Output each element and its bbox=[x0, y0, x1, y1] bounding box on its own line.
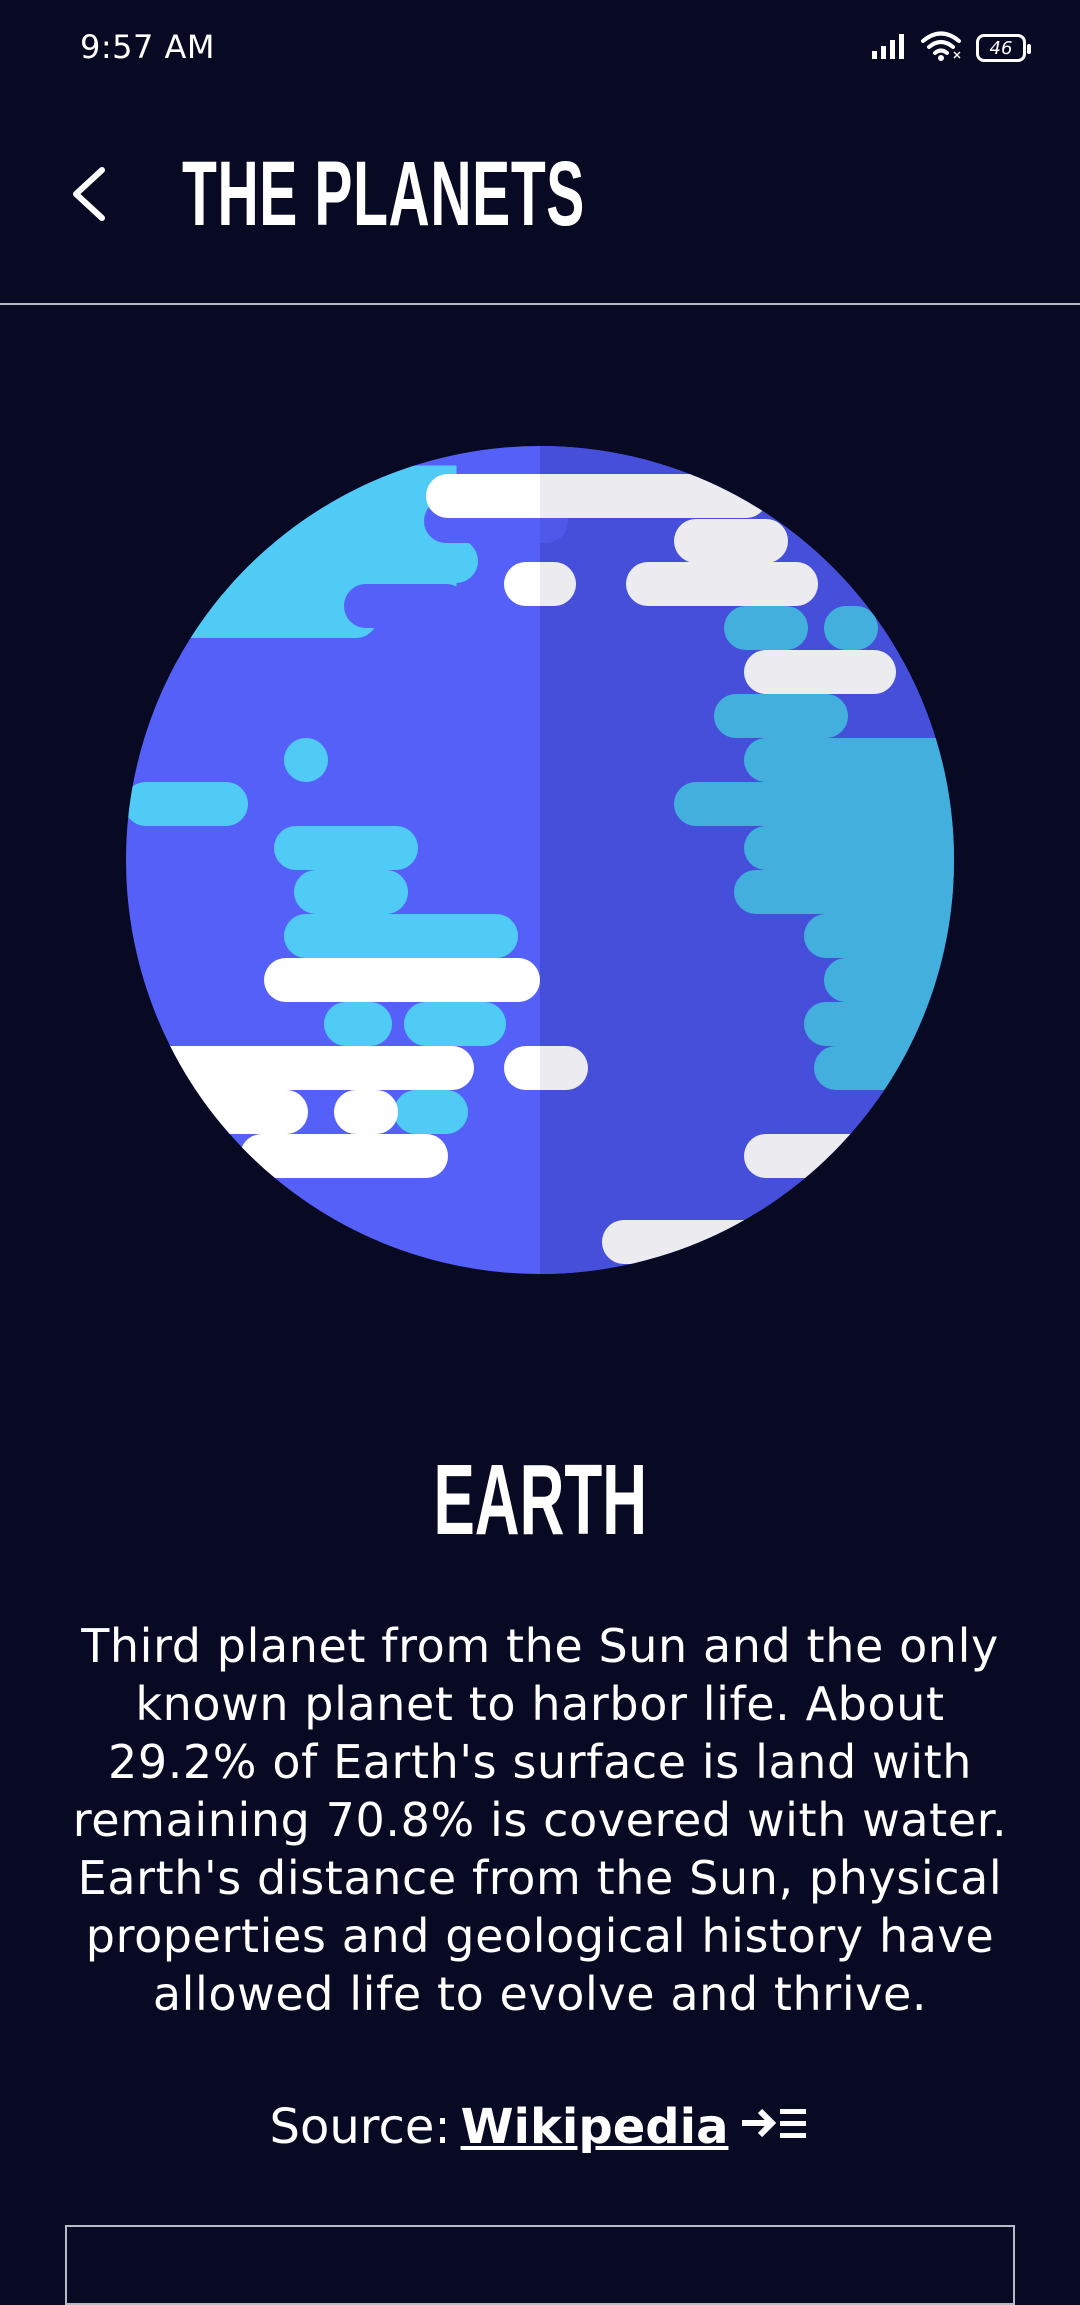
page-title: THE PLANETS bbox=[182, 143, 585, 245]
external-link-icon[interactable] bbox=[738, 2092, 810, 2162]
battery-icon: 46 bbox=[976, 34, 1031, 62]
status-icons: 46 bbox=[870, 30, 1031, 67]
status-time: 9:57 AM bbox=[80, 28, 216, 66]
signal-icon bbox=[870, 31, 906, 66]
status-bar: 9:57 AM 46 bbox=[0, 0, 1080, 100]
earth-illustration bbox=[126, 446, 954, 1274]
chevron-left-icon bbox=[66, 164, 110, 229]
back-button[interactable] bbox=[56, 156, 120, 236]
source-link[interactable]: Wikipedia bbox=[461, 2092, 729, 2162]
planet-description: Third planet from the Sun and the only k… bbox=[72, 1619, 1008, 2021]
source-label: Source: bbox=[269, 2099, 451, 2155]
source-line: Source: Wikipedia bbox=[0, 2092, 1080, 2162]
planet-name: EARTH bbox=[0, 1440, 1080, 1560]
planet-name-text: EARTH bbox=[433, 1444, 647, 1556]
app-header: THE PLANETS bbox=[0, 100, 1080, 305]
wifi-icon bbox=[920, 30, 962, 67]
info-card bbox=[65, 2225, 1015, 2305]
battery-level: 46 bbox=[989, 37, 1013, 59]
